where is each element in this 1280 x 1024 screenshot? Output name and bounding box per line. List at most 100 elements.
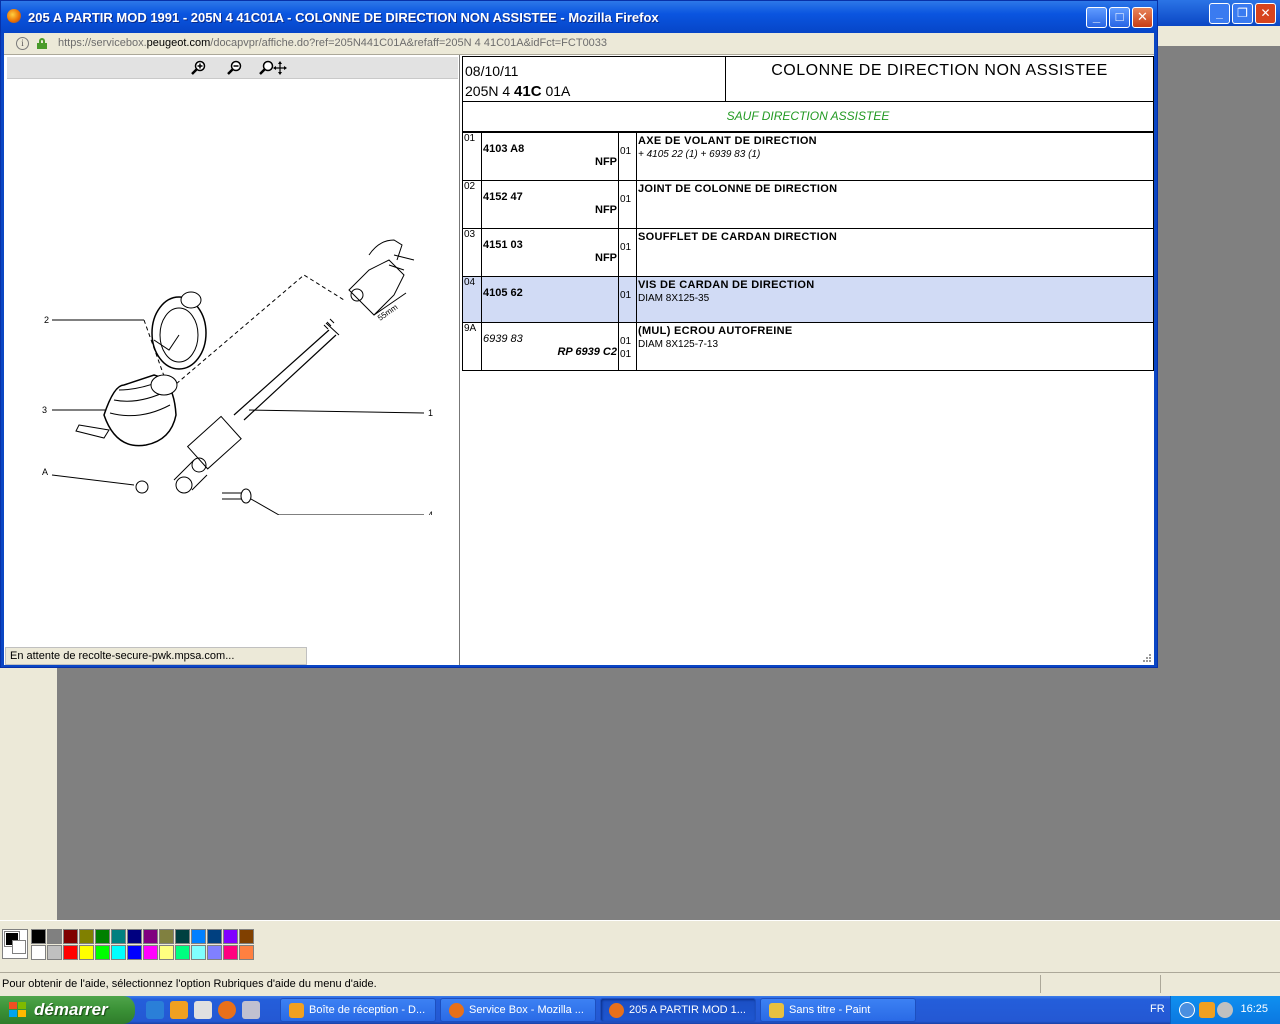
color-swatch[interactable] xyxy=(47,929,62,944)
color-swatch[interactable] xyxy=(111,945,126,960)
table-row[interactable]: 03 4151 03 NFP 01 SOUFFLET DE CARDAN DIRE… xyxy=(462,228,1154,277)
url-text[interactable]: https://servicebox.peugeot.com/docapvpr/… xyxy=(58,37,607,49)
color-swatch[interactable] xyxy=(143,945,158,960)
chevron-left-icon[interactable] xyxy=(1179,1002,1195,1018)
color-swatch[interactable] xyxy=(63,945,78,960)
minimize-button[interactable]: _ xyxy=(1086,7,1107,28)
color-swatch[interactable] xyxy=(143,929,158,944)
background-color xyxy=(12,940,26,954)
part-quantity-cell: 01 01 xyxy=(618,322,637,371)
color-swatch[interactable] xyxy=(239,945,254,960)
color-swatch[interactable] xyxy=(175,945,190,960)
color-swatch[interactable] xyxy=(207,929,222,944)
table-row[interactable]: 02 4152 47 NFP 01 JOINT DE COLONNE DE DIR… xyxy=(462,180,1154,229)
color-swatch[interactable] xyxy=(79,929,94,944)
page-content: 55mm 2 3 A 1 4 En attente de recolte-sec… xyxy=(4,55,1154,665)
task-outlook[interactable]: Boîte de réception - D... xyxy=(280,998,436,1022)
part-quantity: 01 xyxy=(620,242,632,253)
part-number: 03 xyxy=(462,228,482,277)
calculator-icon[interactable] xyxy=(242,1001,260,1019)
callout-4: 4 xyxy=(428,510,433,515)
color-swatch[interactable] xyxy=(207,945,222,960)
color-swatch[interactable] xyxy=(191,945,206,960)
part-flag: NFP xyxy=(595,204,617,216)
resize-grip-icon[interactable] xyxy=(1141,652,1151,662)
part-reference[interactable]: 4151 03 xyxy=(483,239,617,251)
ie-icon[interactable] xyxy=(146,1001,164,1019)
browser-status-bar: En attente de recolte-secure-pwk.mpsa.co… xyxy=(5,647,307,665)
part-number: 9A xyxy=(462,322,482,371)
color-swatch[interactable] xyxy=(223,929,238,944)
outlook-tray-icon[interactable] xyxy=(1199,1002,1215,1018)
paint-color-palette xyxy=(0,920,1280,972)
part-quantity: 01 xyxy=(620,290,632,301)
diagram-pane: 55mm 2 3 A 1 4 En attente de recolte-sec… xyxy=(4,55,460,665)
callout-a: A xyxy=(42,467,48,477)
color-swatch[interactable] xyxy=(31,929,46,944)
color-swatch[interactable] xyxy=(47,945,62,960)
part-reference[interactable]: 6939 83 xyxy=(483,333,617,345)
table-row[interactable]: 01 4103 A8 NFP 01 AXE DE VOLANT DE DIRECT… xyxy=(462,132,1154,181)
firefox-icon[interactable] xyxy=(218,1001,236,1019)
language-indicator[interactable]: FR xyxy=(1150,1003,1165,1015)
task-servicebox[interactable]: Service Box - Mozilla ... xyxy=(440,998,596,1022)
color-swatch[interactable] xyxy=(111,929,126,944)
outlook-icon[interactable] xyxy=(170,1001,188,1019)
part-description: JOINT DE COLONNE DE DIRECTION xyxy=(638,183,838,195)
zoom-pan-icon[interactable] xyxy=(259,60,289,76)
part-reference[interactable]: 4152 47 xyxy=(483,191,617,203)
printer-icon[interactable] xyxy=(194,1001,212,1019)
color-swatch[interactable] xyxy=(239,929,254,944)
callout-1: 1 xyxy=(428,408,433,418)
callout-2: 2 xyxy=(44,315,49,325)
window-title: 205 A PARTIR MOD 1991 - 205N 4 41C01A - … xyxy=(28,10,659,25)
zoom-out-icon[interactable] xyxy=(227,60,243,76)
firefox-window: 205 A PARTIR MOD 1991 - 205N 4 41C01A - … xyxy=(0,0,1158,668)
part-description-cell: VIS DE CARDAN DE DIRECTION DIAM 8X125-35 xyxy=(636,276,1154,323)
table-row[interactable]: 9A 6939 83 RP 6939 C2 01 01 (MUL) ECROU AU… xyxy=(462,322,1154,371)
callout-3: 3 xyxy=(42,405,47,415)
part-flag: NFP xyxy=(595,252,617,264)
task-paint[interactable]: Sans titre - Paint xyxy=(760,998,916,1022)
lock-icon[interactable] xyxy=(37,38,47,49)
volume-icon[interactable] xyxy=(1217,1002,1233,1018)
color-swatch[interactable] xyxy=(175,929,190,944)
part-quantity-replacement: 01 xyxy=(620,349,632,360)
header-date: 08/10/11 xyxy=(465,63,519,79)
current-colors[interactable] xyxy=(2,929,28,959)
start-button[interactable]: démarrer xyxy=(0,996,135,1024)
windows-logo-icon xyxy=(9,1002,27,1018)
part-replacement[interactable]: RP 6939 C2 xyxy=(483,346,617,358)
paint-restore-button[interactable]: ❐ xyxy=(1232,3,1253,24)
maximize-button[interactable]: □ xyxy=(1109,7,1130,28)
system-tray: 16:25 xyxy=(1170,996,1280,1024)
color-swatch[interactable] xyxy=(223,945,238,960)
color-swatch[interactable] xyxy=(127,929,142,944)
part-quantity-cell: 01 xyxy=(618,132,637,181)
color-swatch[interactable] xyxy=(95,929,110,944)
color-swatch[interactable] xyxy=(159,945,174,960)
color-swatch[interactable] xyxy=(79,945,94,960)
part-quantity-cell: 01 xyxy=(618,276,637,323)
table-row-selected[interactable]: 04 4105 62 01 VIS DE CARDAN DE DIRECTION… xyxy=(462,276,1154,323)
close-button[interactable]: ✕ xyxy=(1132,7,1153,28)
task-current-firefox[interactable]: 205 A PARTIR MOD 1... xyxy=(600,998,756,1022)
color-swatch[interactable] xyxy=(95,945,110,960)
paint-minimize-button[interactable]: _ xyxy=(1209,3,1230,24)
url-bar[interactable]: i https://servicebox.peugeot.com/docapvp… xyxy=(4,33,1154,55)
zoom-in-icon[interactable] xyxy=(191,60,207,76)
color-swatch[interactable] xyxy=(63,929,78,944)
part-reference-cell: 4103 A8 NFP xyxy=(481,132,619,181)
color-swatch[interactable] xyxy=(127,945,142,960)
color-swatch[interactable] xyxy=(191,929,206,944)
page-subtitle: SAUF DIRECTION ASSISTEE xyxy=(462,102,1154,132)
part-reference[interactable]: 4103 A8 xyxy=(483,143,617,155)
zoom-toolbar xyxy=(7,57,458,79)
part-note: DIAM 8X125-35 xyxy=(638,293,710,304)
color-swatch[interactable] xyxy=(159,929,174,944)
color-swatch[interactable] xyxy=(31,945,46,960)
paint-close-button[interactable]: ✕ xyxy=(1255,3,1276,24)
part-reference[interactable]: 4105 62 xyxy=(483,287,617,299)
info-icon[interactable]: i xyxy=(16,37,29,50)
part-description-cell: JOINT DE COLONNE DE DIRECTION xyxy=(636,180,1154,229)
